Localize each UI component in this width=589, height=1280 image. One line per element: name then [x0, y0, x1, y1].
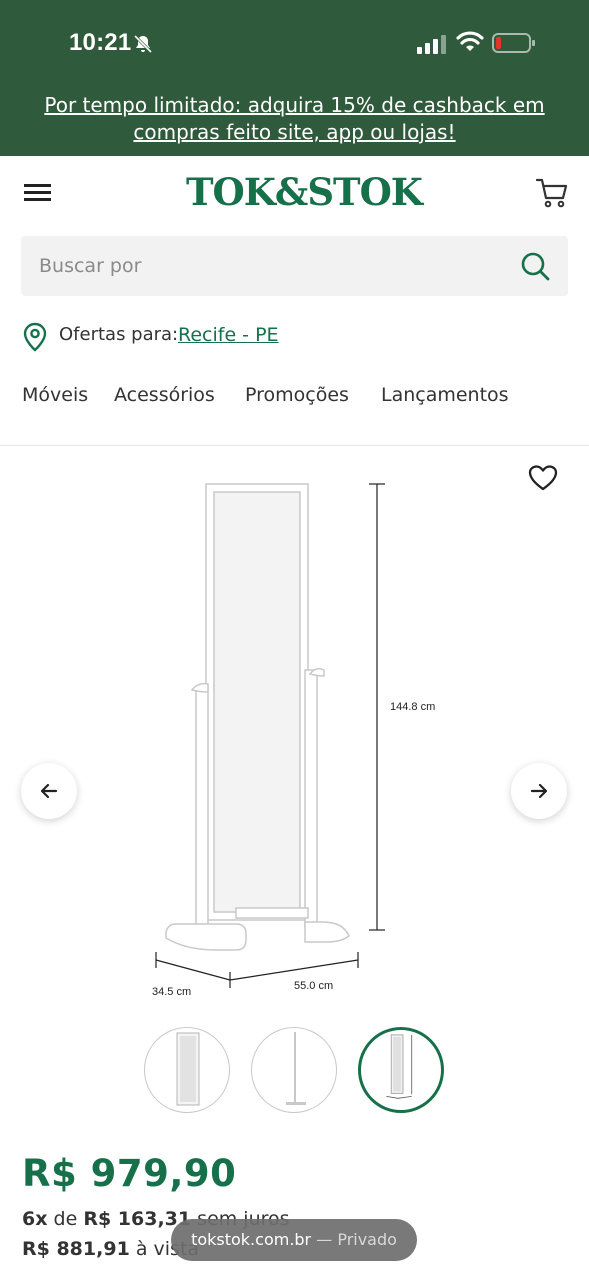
nav-item-promocoes[interactable]: Promoções [245, 384, 349, 406]
favorite-heart-icon[interactable] [528, 464, 558, 492]
product-thumbnail-1[interactable] [144, 1027, 230, 1113]
nav-item-lancamentos[interactable]: Lançamentos [381, 384, 509, 406]
cellular-signal-icon [417, 35, 446, 54]
product-image-mirror: 144.8 cm 34.5 cm 55.0 cm [152, 483, 435, 998]
nav-item-acessorios[interactable]: Acessórios [114, 384, 215, 406]
carousel-next-button[interactable] [511, 763, 567, 819]
tokstok-logo[interactable]: TOK&STOK [186, 170, 423, 214]
installment-connector: de [53, 1208, 78, 1230]
search-icon[interactable] [519, 250, 551, 282]
hamburger-menu-icon[interactable] [24, 181, 52, 205]
status-bar: 10:21 [0, 0, 589, 88]
location-pin-icon [23, 322, 47, 352]
cash-price-value: R$ 881,91 [22, 1238, 130, 1260]
location-label: Ofertas para: [59, 324, 179, 345]
search-bar [21, 236, 568, 296]
browser-address-pill[interactable]: tokstok.com.br — Privado [171, 1219, 417, 1261]
browser-domain: tokstok.com.br [191, 1230, 312, 1249]
nav-item-moveis[interactable]: Móveis [22, 384, 88, 406]
product-thumbnail-2[interactable] [251, 1027, 337, 1113]
dimension-depth-label: 34.5 cm [152, 986, 191, 998]
thumbnail-mirror-dimensions [386, 1034, 413, 1099]
cart-icon[interactable] [535, 176, 569, 210]
battery-icon [492, 33, 535, 53]
thumbnail-mirror-front [176, 1032, 200, 1106]
location-city-link[interactable]: Recife - PE [178, 324, 279, 346]
product-price: R$ 979,90 [22, 1152, 237, 1195]
product-thumbnail-3[interactable] [358, 1027, 444, 1113]
search-input[interactable] [39, 236, 509, 296]
status-time: 10:21 [69, 29, 132, 56]
installment-count: 6x [22, 1208, 48, 1230]
dimension-height-label: 144.8 cm [390, 701, 435, 713]
promo-banner-link[interactable]: Por tempo limitado: adquira 15% de cashb… [0, 92, 589, 146]
carousel-prev-button[interactable] [21, 763, 77, 819]
category-nav: Móveis Acessórios Promoções Lançamentos [0, 380, 589, 446]
dimension-width-label: 55.0 cm [294, 980, 333, 992]
browser-private-label: — Privado [316, 1230, 397, 1249]
arrow-left-icon [40, 783, 58, 799]
arrow-right-icon [530, 783, 548, 799]
muted-bell-icon [133, 34, 153, 54]
thumbnail-mirror-side [286, 1032, 306, 1105]
wifi-icon [456, 31, 484, 51]
